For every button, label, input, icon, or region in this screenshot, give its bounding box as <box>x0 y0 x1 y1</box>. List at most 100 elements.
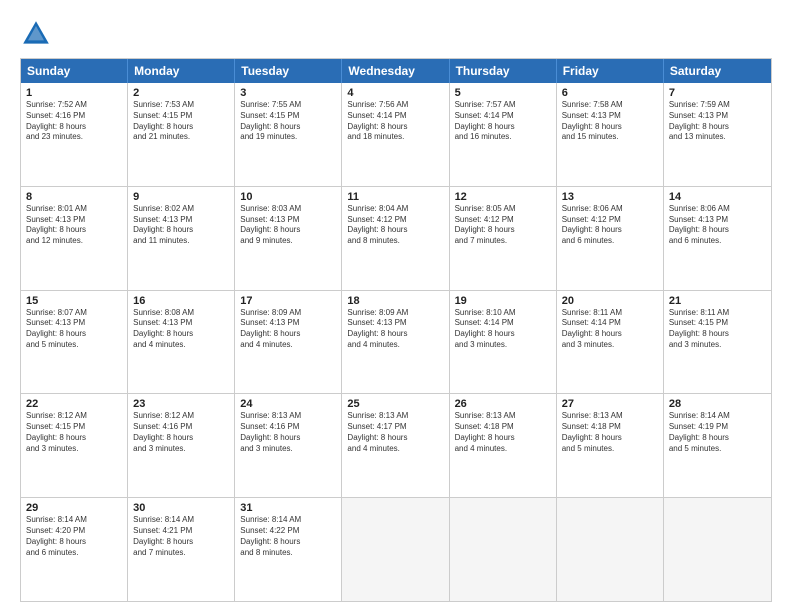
header-day-tuesday: Tuesday <box>235 59 342 83</box>
day-number: 18 <box>347 295 443 307</box>
day-cell-2: 2Sunrise: 7:53 AMSunset: 4:15 PMDaylight… <box>128 83 235 186</box>
logo <box>20 18 56 50</box>
header-day-wednesday: Wednesday <box>342 59 449 83</box>
header-day-thursday: Thursday <box>450 59 557 83</box>
day-number: 23 <box>133 398 229 410</box>
day-cell-14: 14Sunrise: 8:06 AMSunset: 4:13 PMDayligh… <box>664 187 771 290</box>
cell-details: Sunrise: 8:02 AMSunset: 4:13 PMDaylight:… <box>133 204 229 247</box>
day-number: 19 <box>455 295 551 307</box>
day-cell-26: 26Sunrise: 8:13 AMSunset: 4:18 PMDayligh… <box>450 394 557 497</box>
cell-details: Sunrise: 8:12 AMSunset: 4:16 PMDaylight:… <box>133 411 229 454</box>
cell-details: Sunrise: 8:12 AMSunset: 4:15 PMDaylight:… <box>26 411 122 454</box>
day-cell-8: 8Sunrise: 8:01 AMSunset: 4:13 PMDaylight… <box>21 187 128 290</box>
cell-details: Sunrise: 8:08 AMSunset: 4:13 PMDaylight:… <box>133 308 229 351</box>
day-cell-12: 12Sunrise: 8:05 AMSunset: 4:12 PMDayligh… <box>450 187 557 290</box>
day-number: 8 <box>26 191 122 203</box>
day-number: 7 <box>669 87 766 99</box>
empty-cell-r4-c6 <box>664 498 771 601</box>
day-number: 15 <box>26 295 122 307</box>
day-cell-6: 6Sunrise: 7:58 AMSunset: 4:13 PMDaylight… <box>557 83 664 186</box>
day-cell-19: 19Sunrise: 8:10 AMSunset: 4:14 PMDayligh… <box>450 291 557 394</box>
cell-details: Sunrise: 8:04 AMSunset: 4:12 PMDaylight:… <box>347 204 443 247</box>
cell-details: Sunrise: 8:11 AMSunset: 4:14 PMDaylight:… <box>562 308 658 351</box>
empty-cell-r4-c3 <box>342 498 449 601</box>
day-number: 2 <box>133 87 229 99</box>
day-cell-18: 18Sunrise: 8:09 AMSunset: 4:13 PMDayligh… <box>342 291 449 394</box>
day-number: 9 <box>133 191 229 203</box>
cell-details: Sunrise: 7:55 AMSunset: 4:15 PMDaylight:… <box>240 100 336 143</box>
cell-details: Sunrise: 7:58 AMSunset: 4:13 PMDaylight:… <box>562 100 658 143</box>
day-cell-21: 21Sunrise: 8:11 AMSunset: 4:15 PMDayligh… <box>664 291 771 394</box>
day-number: 27 <box>562 398 658 410</box>
cell-details: Sunrise: 8:13 AMSunset: 4:18 PMDaylight:… <box>455 411 551 454</box>
day-cell-11: 11Sunrise: 8:04 AMSunset: 4:12 PMDayligh… <box>342 187 449 290</box>
header-day-friday: Friday <box>557 59 664 83</box>
day-number: 25 <box>347 398 443 410</box>
day-number: 4 <box>347 87 443 99</box>
cell-details: Sunrise: 7:57 AMSunset: 4:14 PMDaylight:… <box>455 100 551 143</box>
cell-details: Sunrise: 8:10 AMSunset: 4:14 PMDaylight:… <box>455 308 551 351</box>
header-day-monday: Monday <box>128 59 235 83</box>
day-cell-5: 5Sunrise: 7:57 AMSunset: 4:14 PMDaylight… <box>450 83 557 186</box>
cell-details: Sunrise: 8:11 AMSunset: 4:15 PMDaylight:… <box>669 308 766 351</box>
cell-details: Sunrise: 8:13 AMSunset: 4:16 PMDaylight:… <box>240 411 336 454</box>
day-number: 10 <box>240 191 336 203</box>
day-cell-16: 16Sunrise: 8:08 AMSunset: 4:13 PMDayligh… <box>128 291 235 394</box>
header <box>20 18 772 50</box>
logo-icon <box>20 18 52 50</box>
day-cell-30: 30Sunrise: 8:14 AMSunset: 4:21 PMDayligh… <box>128 498 235 601</box>
header-day-sunday: Sunday <box>21 59 128 83</box>
cell-details: Sunrise: 8:01 AMSunset: 4:13 PMDaylight:… <box>26 204 122 247</box>
day-number: 29 <box>26 502 122 514</box>
calendar-header: SundayMondayTuesdayWednesdayThursdayFrid… <box>21 59 771 83</box>
day-cell-20: 20Sunrise: 8:11 AMSunset: 4:14 PMDayligh… <box>557 291 664 394</box>
day-number: 11 <box>347 191 443 203</box>
day-number: 14 <box>669 191 766 203</box>
cell-details: Sunrise: 8:06 AMSunset: 4:12 PMDaylight:… <box>562 204 658 247</box>
day-cell-9: 9Sunrise: 8:02 AMSunset: 4:13 PMDaylight… <box>128 187 235 290</box>
calendar-row-1: 8Sunrise: 8:01 AMSunset: 4:13 PMDaylight… <box>21 186 771 290</box>
cell-details: Sunrise: 7:52 AMSunset: 4:16 PMDaylight:… <box>26 100 122 143</box>
day-cell-17: 17Sunrise: 8:09 AMSunset: 4:13 PMDayligh… <box>235 291 342 394</box>
day-number: 1 <box>26 87 122 99</box>
day-cell-1: 1Sunrise: 7:52 AMSunset: 4:16 PMDaylight… <box>21 83 128 186</box>
day-cell-24: 24Sunrise: 8:13 AMSunset: 4:16 PMDayligh… <box>235 394 342 497</box>
day-number: 22 <box>26 398 122 410</box>
cell-details: Sunrise: 7:53 AMSunset: 4:15 PMDaylight:… <box>133 100 229 143</box>
day-cell-4: 4Sunrise: 7:56 AMSunset: 4:14 PMDaylight… <box>342 83 449 186</box>
calendar-row-2: 15Sunrise: 8:07 AMSunset: 4:13 PMDayligh… <box>21 290 771 394</box>
cell-details: Sunrise: 8:09 AMSunset: 4:13 PMDaylight:… <box>347 308 443 351</box>
day-cell-25: 25Sunrise: 8:13 AMSunset: 4:17 PMDayligh… <box>342 394 449 497</box>
day-number: 24 <box>240 398 336 410</box>
empty-cell-r4-c5 <box>557 498 664 601</box>
cell-details: Sunrise: 8:14 AMSunset: 4:19 PMDaylight:… <box>669 411 766 454</box>
day-number: 26 <box>455 398 551 410</box>
cell-details: Sunrise: 8:05 AMSunset: 4:12 PMDaylight:… <box>455 204 551 247</box>
day-number: 30 <box>133 502 229 514</box>
header-day-saturday: Saturday <box>664 59 771 83</box>
day-cell-28: 28Sunrise: 8:14 AMSunset: 4:19 PMDayligh… <box>664 394 771 497</box>
day-cell-3: 3Sunrise: 7:55 AMSunset: 4:15 PMDaylight… <box>235 83 342 186</box>
cell-details: Sunrise: 8:09 AMSunset: 4:13 PMDaylight:… <box>240 308 336 351</box>
day-number: 20 <box>562 295 658 307</box>
empty-cell-r4-c4 <box>450 498 557 601</box>
cell-details: Sunrise: 8:14 AMSunset: 4:22 PMDaylight:… <box>240 515 336 558</box>
day-cell-13: 13Sunrise: 8:06 AMSunset: 4:12 PMDayligh… <box>557 187 664 290</box>
page: SundayMondayTuesdayWednesdayThursdayFrid… <box>0 0 792 612</box>
day-cell-27: 27Sunrise: 8:13 AMSunset: 4:18 PMDayligh… <box>557 394 664 497</box>
day-number: 17 <box>240 295 336 307</box>
day-cell-22: 22Sunrise: 8:12 AMSunset: 4:15 PMDayligh… <box>21 394 128 497</box>
day-number: 21 <box>669 295 766 307</box>
calendar-row-4: 29Sunrise: 8:14 AMSunset: 4:20 PMDayligh… <box>21 497 771 601</box>
cell-details: Sunrise: 8:07 AMSunset: 4:13 PMDaylight:… <box>26 308 122 351</box>
day-number: 28 <box>669 398 766 410</box>
day-number: 16 <box>133 295 229 307</box>
cell-details: Sunrise: 8:13 AMSunset: 4:18 PMDaylight:… <box>562 411 658 454</box>
cell-details: Sunrise: 8:03 AMSunset: 4:13 PMDaylight:… <box>240 204 336 247</box>
day-cell-29: 29Sunrise: 8:14 AMSunset: 4:20 PMDayligh… <box>21 498 128 601</box>
calendar-body: 1Sunrise: 7:52 AMSunset: 4:16 PMDaylight… <box>21 83 771 601</box>
day-number: 3 <box>240 87 336 99</box>
cell-details: Sunrise: 8:14 AMSunset: 4:21 PMDaylight:… <box>133 515 229 558</box>
cell-details: Sunrise: 8:14 AMSunset: 4:20 PMDaylight:… <box>26 515 122 558</box>
day-cell-23: 23Sunrise: 8:12 AMSunset: 4:16 PMDayligh… <box>128 394 235 497</box>
